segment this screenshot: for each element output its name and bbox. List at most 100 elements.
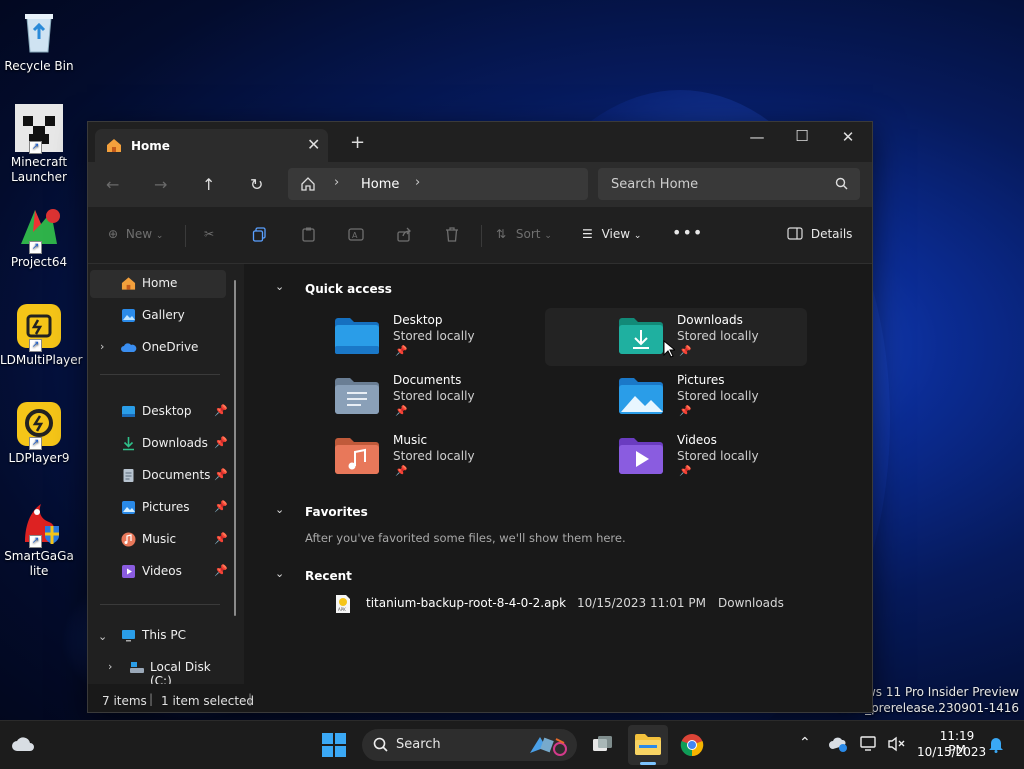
smartgaga-icon: ↗ xyxy=(15,498,63,548)
recent-file-row[interactable]: APK titanium-backup-root-8-4-0-2.apk 10/… xyxy=(331,592,851,618)
paste-icon[interactable] xyxy=(301,227,316,245)
volume-muted-icon[interactable] xyxy=(887,736,905,755)
pin-icon[interactable]: 📌 xyxy=(214,532,228,545)
pin-icon[interactable]: 📌 xyxy=(214,436,228,449)
delete-icon[interactable] xyxy=(445,227,459,245)
minimize-button[interactable]: — xyxy=(747,128,767,146)
start-windows-icon[interactable] xyxy=(322,733,346,760)
desktop-icon-project64[interactable]: ↗ Project64 xyxy=(0,204,78,270)
quick-access-name: Pictures xyxy=(677,373,725,387)
chevron-down-icon[interactable]: ⌄ xyxy=(275,280,284,293)
sidebar-item-label: Gallery xyxy=(142,308,185,322)
drive-icon xyxy=(129,660,144,675)
view-button[interactable]: ☰ View ⌄ xyxy=(582,227,641,241)
sidebar-item-local-disk[interactable]: Local Disk (C:) xyxy=(98,654,234,688)
forward-arrow-icon[interactable]: → xyxy=(154,175,167,194)
quick-access-item-videos[interactable]: Videos Stored locally 📌 xyxy=(619,428,881,486)
sidebar-item-desktop[interactable]: Desktop 📌 xyxy=(90,398,228,426)
home-folder-icon xyxy=(121,276,136,291)
weather-widget-icon[interactable] xyxy=(11,734,35,757)
download-arrow-icon xyxy=(121,436,136,451)
quick-access-item-music[interactable]: Music Stored locally 📌 xyxy=(335,428,597,486)
quick-access-item-documents[interactable]: Documents Stored locally 📌 xyxy=(335,368,597,426)
view-label: View xyxy=(601,227,631,241)
recent-file-date: 10/15/2023 11:01 PM xyxy=(577,596,706,610)
maximize-button[interactable]: ☐ xyxy=(792,127,812,145)
sidebar-item-home[interactable]: Home xyxy=(90,270,226,298)
view-list-icon: ☰ xyxy=(582,227,593,241)
show-hidden-icons-chevron[interactable]: ⌃ xyxy=(799,735,811,751)
sidebar-item-label: Home xyxy=(142,276,178,290)
address-bar[interactable]: › Home › xyxy=(288,168,588,200)
quick-access-item-pictures[interactable]: Pictures Stored locally 📌 xyxy=(619,368,881,426)
pin-icon[interactable]: 📌 xyxy=(214,500,228,513)
breadcrumb-home[interactable]: Home xyxy=(361,177,399,192)
sort-button[interactable]: ⇅ Sort ⌄ xyxy=(496,227,552,241)
sidebar-item-onedrive[interactable]: OneDrive xyxy=(90,334,226,362)
quick-access-name: Desktop xyxy=(393,313,443,327)
pin-icon[interactable]: 📌 xyxy=(214,404,228,417)
chrome-icon[interactable] xyxy=(680,733,704,760)
sidebar-item-this-pc[interactable]: This PC xyxy=(90,622,226,650)
new-tab-button[interactable]: + xyxy=(350,134,365,152)
details-button[interactable]: Details xyxy=(787,227,852,241)
notification-bell-icon[interactable] xyxy=(988,736,1004,756)
title-bar: Home ✕ + — ☐ ✕ xyxy=(88,122,872,162)
task-view-icon[interactable] xyxy=(592,735,614,756)
share-icon[interactable] xyxy=(397,227,412,245)
favorites-header[interactable]: Favorites xyxy=(305,505,368,519)
search-box[interactable]: Search Home xyxy=(598,168,860,200)
sort-icon: ⇅ xyxy=(496,227,507,241)
clock-date[interactable]: 10/15/2023 xyxy=(917,745,986,759)
taskbar: Search ⌃ 11:19 PM 10/15/2023 xyxy=(0,720,1024,769)
project64-icon: ↗ xyxy=(15,204,63,254)
display-monitor-icon[interactable] xyxy=(860,736,878,755)
taskbar-search-label: Search xyxy=(396,737,441,752)
back-arrow-icon[interactable]: ← xyxy=(106,175,119,194)
close-window-button[interactable]: ✕ xyxy=(838,128,858,146)
sidebar-scrollbar[interactable] xyxy=(234,280,236,616)
refresh-icon[interactable]: ↻ xyxy=(250,175,263,194)
recent-header[interactable]: Recent xyxy=(305,569,352,583)
close-tab-icon[interactable]: ✕ xyxy=(307,135,320,154)
rename-icon[interactable]: A xyxy=(348,227,364,245)
status-item-count: 7 items xyxy=(102,694,147,708)
sidebar-item-pictures[interactable]: Pictures 📌 xyxy=(90,494,228,522)
sidebar-item-label: Music xyxy=(142,532,177,546)
pin-icon[interactable]: 📌 xyxy=(214,564,228,577)
chevron-right-icon[interactable]: › xyxy=(415,175,420,190)
chevron-down-icon[interactable]: ⌄ xyxy=(275,503,284,516)
sidebar-item-videos[interactable]: Videos 📌 xyxy=(90,558,228,586)
pin-icon[interactable]: 📌 xyxy=(214,468,228,481)
desktop-icon-recycle-bin[interactable]: Recycle Bin xyxy=(0,8,78,74)
quick-access-item-downloads[interactable]: Downloads Stored locally 📌 xyxy=(545,308,807,366)
toolbar-separator xyxy=(481,225,482,247)
cut-icon[interactable]: ✂ xyxy=(204,227,214,241)
network-cloud-icon[interactable] xyxy=(829,736,849,755)
desktop-icon-smartgaga-lite[interactable]: ↗ SmartGaGa lite xyxy=(0,498,78,579)
desktop-icon-minecraft-launcher[interactable]: ↗ Minecraft Launcher xyxy=(0,104,78,185)
pin-icon: 📌 xyxy=(679,406,692,417)
desktop-icon-ldplayer9[interactable]: ↗ LDPlayer9 xyxy=(0,400,78,466)
up-arrow-icon[interactable]: ↑ xyxy=(202,175,215,194)
mouse-cursor-icon xyxy=(663,339,677,361)
sidebar-item-downloads[interactable]: Downloads 📌 xyxy=(90,430,228,458)
copy-icon[interactable] xyxy=(252,227,267,245)
quick-access-status: Stored locally xyxy=(393,449,475,463)
quick-access-header[interactable]: Quick access xyxy=(305,282,392,296)
new-button[interactable]: ⊕ New ⌄ xyxy=(108,227,163,241)
file-explorer-taskbar-icon[interactable] xyxy=(628,725,668,765)
search-input[interactable]: Search Home xyxy=(611,177,698,192)
apk-file-icon: APK xyxy=(335,594,351,617)
tab-home[interactable]: Home ✕ xyxy=(95,129,328,162)
toolbar-separator xyxy=(185,225,186,247)
plus-circle-icon: ⊕ xyxy=(108,227,119,241)
sidebar-item-music[interactable]: Music 📌 xyxy=(90,526,228,554)
chevron-down-icon[interactable]: ⌄ xyxy=(275,567,284,580)
file-explorer-window: Home ✕ + — ☐ ✕ ← → ↑ ↻ › Home › Search H… xyxy=(87,121,873,713)
sidebar-item-documents[interactable]: Documents 📌 xyxy=(90,462,228,490)
more-options-icon[interactable]: ••• xyxy=(672,223,703,242)
sidebar-item-gallery[interactable]: Gallery xyxy=(90,302,226,330)
desktop-icon-ldmultiplayer[interactable]: ↗ LDMultiPlayer xyxy=(0,302,83,368)
taskbar-search-box[interactable]: Search xyxy=(362,729,577,761)
